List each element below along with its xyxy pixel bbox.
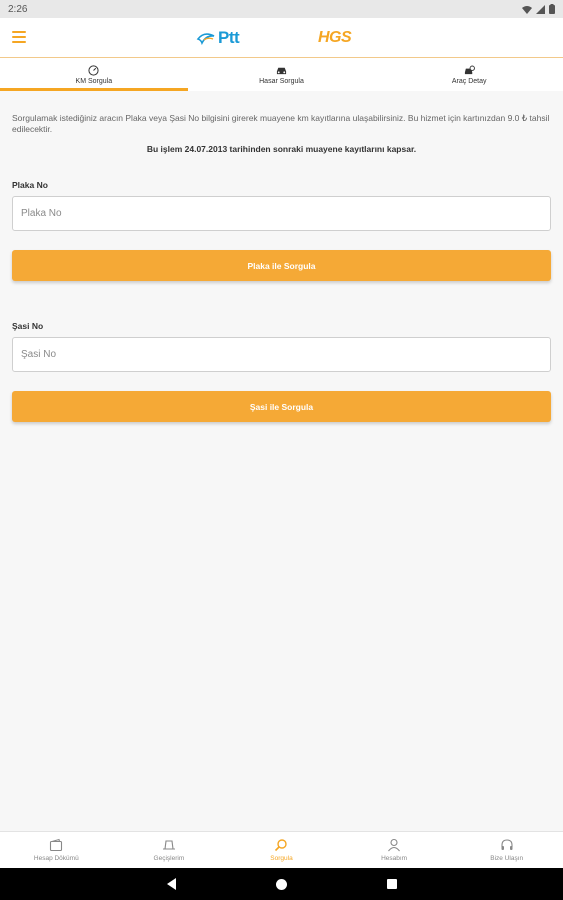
sasi-field-box [12, 337, 551, 372]
search-icon [275, 839, 288, 852]
tab-km-sorgula[interactable]: KM Sorgula [0, 58, 188, 91]
battery-icon [549, 4, 555, 14]
tab-arac-detay[interactable]: Araç Detay [375, 58, 563, 91]
km-query-form: Sorgulamak istediğiniz aracın Plaka veya… [0, 91, 563, 422]
nav-label: Hesap Dökümü [33, 855, 79, 862]
nav-item-hesap-dokumu[interactable]: Hesap Dökümü [0, 832, 113, 868]
sasi-label: Şasi No [12, 321, 44, 331]
app-header: Ptt HGS [0, 18, 563, 58]
speedometer-icon [88, 64, 99, 76]
home-icon[interactable] [275, 878, 287, 890]
sasi-input[interactable] [21, 349, 542, 360]
hgs-logo: HGS [318, 29, 352, 46]
status-time: 2:26 [8, 3, 28, 15]
signal-icon [536, 4, 545, 14]
plaka-input[interactable] [21, 208, 542, 219]
tab-label: KM Sorgula [75, 77, 113, 85]
nav-item-bize-ulasin[interactable]: Bize Ulaşın [450, 832, 563, 868]
plaka-label: Plaka No [12, 180, 48, 190]
tab-label: Araç Detay [451, 77, 487, 85]
query-tabs: KM Sorgula Hasar Sorgula Araç Detay [0, 58, 563, 91]
notice-text: Bu işlem 24.07.2013 tarihinden sonraki m… [146, 144, 417, 154]
plaka-sorgula-button[interactable]: Plaka ile Sorgula [12, 250, 551, 281]
nav-item-gecislerim[interactable]: Geçişlerim [113, 832, 226, 868]
bottom-nav: Hesap Dökümü Geçişlerim Sorgula Hesabım … [0, 831, 563, 868]
car-detail-icon [464, 65, 475, 74]
nav-label: Bize Ulaşın [490, 855, 524, 862]
toll-gate-icon [162, 840, 175, 850]
info-text: Sorgulamak istediğiniz aracın Plaka veya… [12, 113, 550, 134]
wifi-icon [522, 5, 532, 14]
hamburger-menu-icon[interactable] [12, 31, 26, 43]
headset-icon [501, 839, 513, 850]
nav-item-hesabim[interactable]: Hesabım [338, 832, 451, 868]
nav-label: Sorgula [270, 855, 293, 862]
ptt-logo: Ptt [196, 28, 240, 48]
back-icon[interactable] [166, 878, 176, 890]
tab-label: Hasar Sorgula [259, 77, 304, 85]
plaka-field-box [12, 196, 551, 231]
status-icons [522, 4, 555, 14]
nav-label: Geçişlerim [153, 855, 185, 862]
tab-hasar-sorgula[interactable]: Hasar Sorgula [188, 58, 376, 91]
recent-apps-icon[interactable] [386, 879, 397, 889]
ptt-logo-text: Ptt [218, 28, 240, 47]
car-crash-icon [276, 67, 287, 74]
ptt-bird-icon [196, 33, 215, 45]
nav-label: Hesabım [381, 855, 408, 862]
system-navigation-bar [0, 868, 563, 900]
status-bar: 2:26 [0, 0, 563, 18]
wallet-icon [50, 838, 63, 852]
sasi-sorgula-button[interactable]: Şasi ile Sorgula [12, 391, 551, 422]
nav-item-sorgula[interactable]: Sorgula [225, 832, 338, 868]
user-icon [388, 838, 401, 852]
